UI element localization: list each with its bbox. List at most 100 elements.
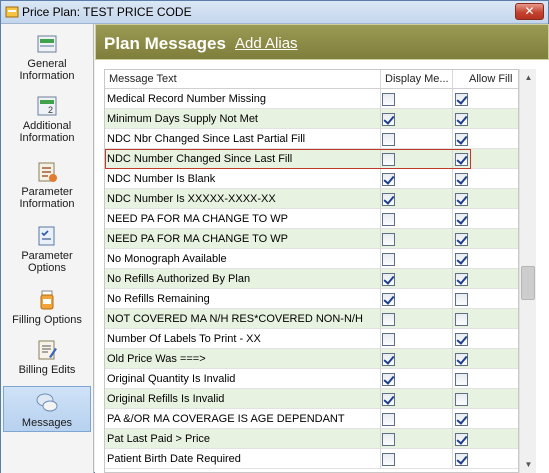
table-row[interactable]: NDC Number Is Blank bbox=[105, 169, 518, 189]
sidebar-item-label: Additional Information bbox=[19, 120, 75, 144]
allow-fill-checkbox[interactable] bbox=[455, 373, 468, 386]
column-header-message-text[interactable]: Message Text bbox=[105, 70, 381, 89]
table-row[interactable]: NDC Nbr Changed Since Last Partial Fill bbox=[105, 129, 518, 149]
sidebar-item-parameter-information[interactable]: Parameter Information bbox=[3, 160, 91, 214]
allow-fill-checkbox[interactable] bbox=[455, 313, 468, 326]
display-message-checkbox[interactable] bbox=[382, 253, 395, 266]
message-text-cell: PA &/OR MA COVERAGE IS AGE DEPENDANT bbox=[105, 409, 381, 429]
allow-fill-cell bbox=[453, 149, 518, 169]
allow-fill-checkbox[interactable] bbox=[455, 413, 468, 426]
table-row[interactable]: Original Refills Is Invalid bbox=[105, 389, 518, 409]
allow-fill-checkbox[interactable] bbox=[455, 93, 468, 106]
sidebar-item-label: Billing Edits bbox=[18, 364, 76, 376]
display-message-checkbox[interactable] bbox=[382, 333, 395, 346]
display-message-cell bbox=[381, 369, 453, 389]
sidebar-item-messages[interactable]: Messages bbox=[3, 386, 91, 432]
scrollbar-thumb[interactable] bbox=[521, 266, 535, 300]
table-row[interactable]: Pat Last Paid > Price bbox=[105, 429, 518, 449]
sidebar-item-filling-options[interactable]: Filling Options bbox=[3, 288, 91, 330]
display-message-checkbox[interactable] bbox=[382, 413, 395, 426]
display-message-cell bbox=[381, 129, 453, 149]
sidebar-item-billing-edits[interactable]: Billing Edits bbox=[3, 338, 91, 380]
allow-fill-checkbox[interactable] bbox=[455, 293, 468, 306]
close-button[interactable]: ✕ bbox=[515, 3, 544, 20]
display-message-checkbox[interactable] bbox=[382, 193, 395, 206]
display-message-cell bbox=[381, 449, 453, 469]
column-header-display-message[interactable]: Display Me... bbox=[381, 70, 453, 89]
scroll-up-arrow-icon[interactable]: ▲ bbox=[520, 69, 537, 86]
display-message-checkbox[interactable] bbox=[382, 153, 395, 166]
panel-header: Plan Messages Add Alias bbox=[95, 24, 549, 60]
price-plan-window: Price Plan: TEST PRICE CODE ✕ General In… bbox=[0, 0, 549, 473]
title-bar[interactable]: Price Plan: TEST PRICE CODE ✕ bbox=[1, 1, 548, 24]
app-icon bbox=[5, 6, 19, 18]
display-message-checkbox[interactable] bbox=[382, 353, 395, 366]
message-text-cell: NOT COVERED MA N/H RES*COVERED NON-N/H bbox=[105, 309, 381, 329]
display-message-cell bbox=[381, 149, 453, 169]
display-message-checkbox[interactable] bbox=[382, 173, 395, 186]
column-header-allow-fill[interactable]: Allow Fill bbox=[453, 70, 518, 89]
display-message-checkbox[interactable] bbox=[382, 133, 395, 146]
table-row[interactable]: NEED PA FOR MA CHANGE TO WP bbox=[105, 229, 518, 249]
allow-fill-cell bbox=[453, 289, 518, 309]
message-text-cell: Original Refills Is Invalid bbox=[105, 389, 381, 409]
scroll-down-arrow-icon[interactable]: ▼ bbox=[520, 456, 537, 473]
display-message-cell bbox=[381, 249, 453, 269]
allow-fill-checkbox[interactable] bbox=[455, 233, 468, 246]
allow-fill-checkbox[interactable] bbox=[455, 353, 468, 366]
sidebar-item-general-information[interactable]: General Information bbox=[3, 32, 91, 84]
allow-fill-checkbox[interactable] bbox=[455, 273, 468, 286]
display-message-cell bbox=[381, 329, 453, 349]
display-message-checkbox[interactable] bbox=[382, 113, 395, 126]
allow-fill-checkbox[interactable] bbox=[455, 453, 468, 466]
display-message-checkbox[interactable] bbox=[382, 273, 395, 286]
allow-fill-checkbox[interactable] bbox=[455, 113, 468, 126]
allow-fill-cell bbox=[453, 349, 518, 369]
table-row[interactable]: Medical Record Number Missing bbox=[105, 89, 518, 109]
display-message-checkbox[interactable] bbox=[382, 213, 395, 226]
allow-fill-checkbox[interactable] bbox=[455, 213, 468, 226]
display-message-checkbox[interactable] bbox=[382, 233, 395, 246]
display-message-checkbox[interactable] bbox=[382, 393, 395, 406]
sidebar-item-additional-information[interactable]: 2 Additional Information bbox=[3, 94, 91, 150]
allow-fill-cell bbox=[453, 409, 518, 429]
table-row[interactable]: Minimum Days Supply Not Met bbox=[105, 109, 518, 129]
table-row[interactable]: No Monograph Available bbox=[105, 249, 518, 269]
table-row[interactable]: Old Price Was ===> bbox=[105, 349, 518, 369]
allow-fill-checkbox[interactable] bbox=[455, 393, 468, 406]
display-message-checkbox[interactable] bbox=[382, 433, 395, 446]
add-alias-link[interactable]: Add Alias bbox=[235, 35, 298, 52]
table-row[interactable]: NEED PA FOR MA CHANGE TO WP bbox=[105, 209, 518, 229]
svg-text:2: 2 bbox=[48, 105, 53, 115]
table-row[interactable]: NOT COVERED MA N/H RES*COVERED NON-N/H bbox=[105, 309, 518, 329]
sidebar-item-parameter-options[interactable]: Parameter Options bbox=[3, 224, 91, 278]
display-message-cell bbox=[381, 409, 453, 429]
message-text-cell: NDC Nbr Changed Since Last Partial Fill bbox=[105, 129, 381, 149]
allow-fill-checkbox[interactable] bbox=[455, 133, 468, 146]
message-text-cell: Minimum Days Supply Not Met bbox=[105, 109, 381, 129]
table-row[interactable]: PA &/OR MA COVERAGE IS AGE DEPENDANT bbox=[105, 409, 518, 429]
allow-fill-cell bbox=[453, 309, 518, 329]
display-message-checkbox[interactable] bbox=[382, 93, 395, 106]
window-title: Price Plan: TEST PRICE CODE bbox=[22, 5, 192, 19]
allow-fill-checkbox[interactable] bbox=[455, 193, 468, 206]
allow-fill-checkbox[interactable] bbox=[455, 173, 468, 186]
table-row[interactable]: No Refills Authorized By Plan bbox=[105, 269, 518, 289]
display-message-checkbox[interactable] bbox=[382, 313, 395, 326]
display-message-checkbox[interactable] bbox=[382, 293, 395, 306]
allow-fill-checkbox[interactable] bbox=[455, 253, 468, 266]
table-row[interactable]: Patient Birth Date Required bbox=[105, 449, 518, 469]
table-row[interactable]: NDC Number Is XXXXX-XXXX-XX bbox=[105, 189, 518, 209]
sidebar-item-label: Messages bbox=[21, 417, 73, 429]
allow-fill-checkbox[interactable] bbox=[455, 333, 468, 346]
allow-fill-checkbox[interactable] bbox=[455, 433, 468, 446]
table-row[interactable]: NDC Number Changed Since Last Fill bbox=[105, 149, 518, 169]
display-message-checkbox[interactable] bbox=[382, 373, 395, 386]
general-info-icon bbox=[37, 35, 57, 53]
allow-fill-checkbox[interactable] bbox=[455, 153, 468, 166]
display-message-checkbox[interactable] bbox=[382, 453, 395, 466]
table-row[interactable]: Number Of Labels To Print - XX bbox=[105, 329, 518, 349]
table-row[interactable]: Original Quantity Is Invalid bbox=[105, 369, 518, 389]
vertical-scrollbar[interactable]: ▲ ▼ bbox=[519, 69, 536, 473]
table-row[interactable]: No Refills Remaining bbox=[105, 289, 518, 309]
